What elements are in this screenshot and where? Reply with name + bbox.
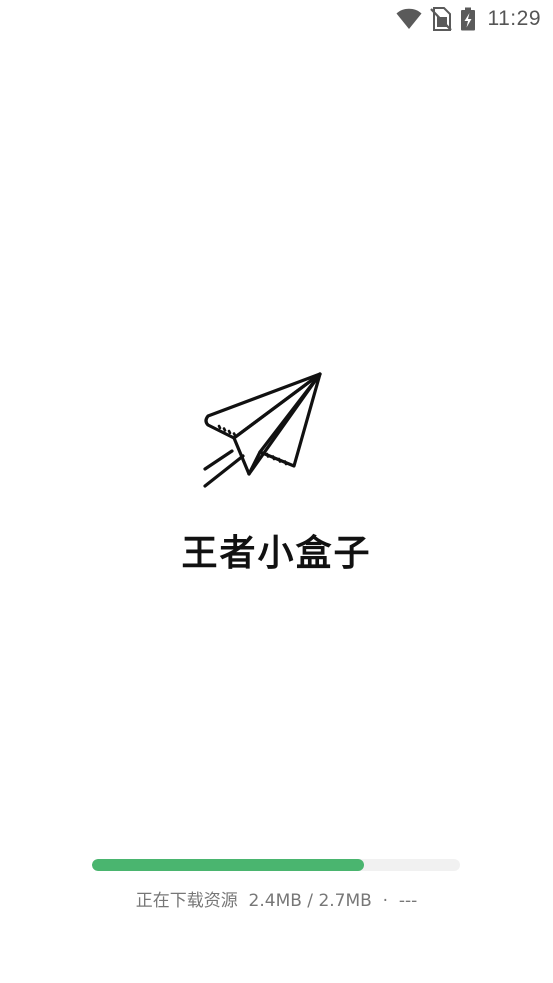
no-sim-icon xyxy=(429,7,452,31)
wifi-icon xyxy=(396,8,422,30)
download-status-text: 正在下载资源 xyxy=(135,891,238,911)
status-icons: 11:29 xyxy=(396,6,542,32)
status-time: 11:29 xyxy=(487,7,541,30)
battery-charging-icon xyxy=(460,7,476,31)
download-progress-fill xyxy=(92,859,365,871)
paper-plane-icon xyxy=(196,366,326,492)
status-bar: 11:29 xyxy=(0,0,553,38)
download-progress-caption: 正在下载资源 2.4MB / 2.7MB · --- xyxy=(135,891,418,911)
app-title: 王者小盒子 xyxy=(181,533,372,574)
download-progress-bar xyxy=(92,859,460,871)
downloaded-size: 2.4MB xyxy=(248,891,302,911)
download-speed: --- xyxy=(398,891,418,911)
total-size: 2.7MB xyxy=(318,891,372,911)
